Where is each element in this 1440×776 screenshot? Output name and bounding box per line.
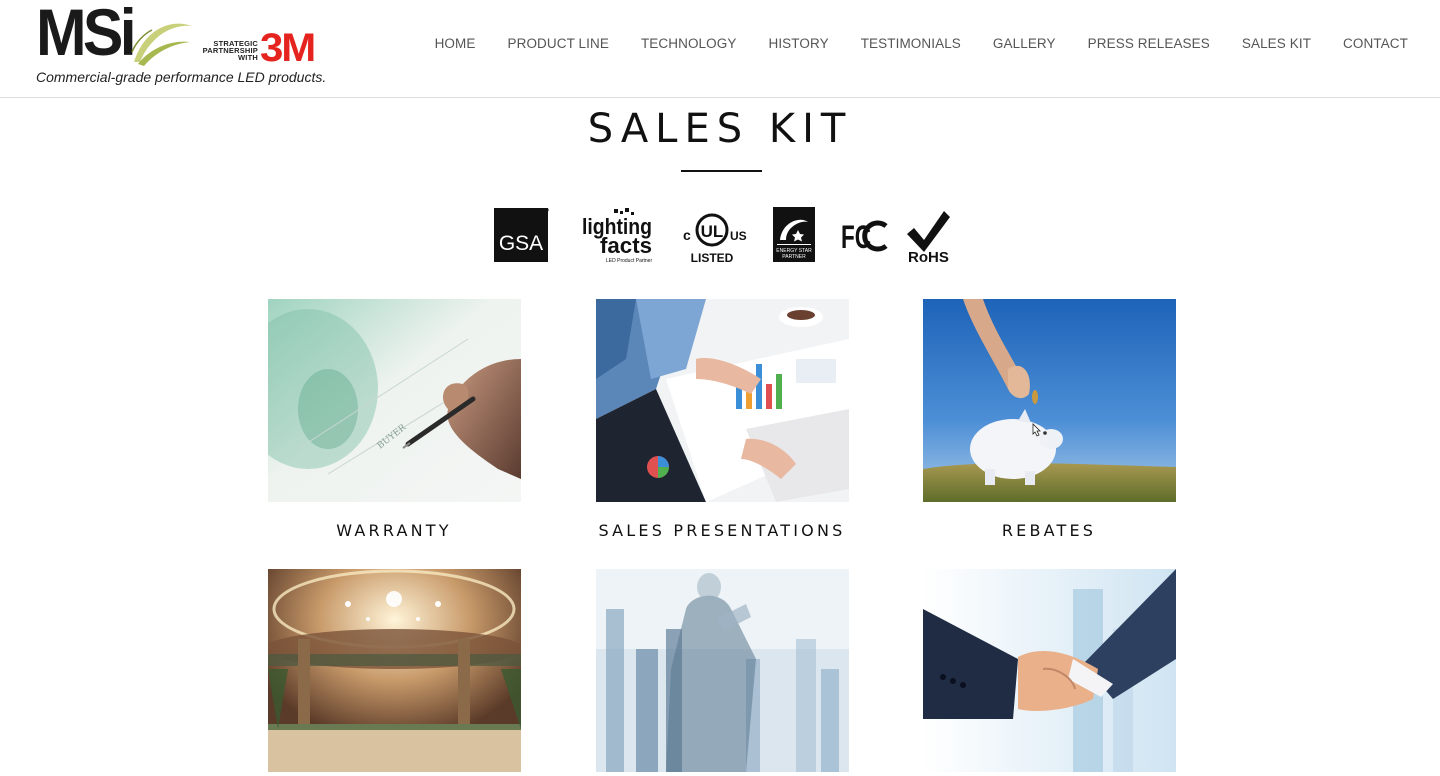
logo-partner-text: STRATEGIC PARTNERSHIP WITH <box>202 39 258 62</box>
warranty-tile[interactable]: BUYER <box>268 299 521 502</box>
nav-sales-kit[interactable]: SALES KIT <box>1226 36 1327 51</box>
nav-product-line[interactable]: PRODUCT LINE <box>491 36 624 51</box>
hotel-lobby-image <box>268 569 521 772</box>
title-divider <box>681 170 762 172</box>
nav-testimonials[interactable]: TESTIMONIALS <box>845 36 977 51</box>
piggy-bank-image <box>923 299 1176 502</box>
nav-gallery[interactable]: GALLERY <box>977 36 1072 51</box>
svg-text:facts: facts <box>600 233 652 258</box>
sales-presentations-label[interactable]: SALES PRESENTATIONS <box>557 521 887 540</box>
energy-star-logo-icon: ENERGY STAR PARTNER <box>773 207 815 262</box>
svg-text:PARTNER: PARTNER <box>782 254 806 260</box>
gsa-logo-icon: GSA <box>494 208 549 262</box>
logo-3m: 3M <box>260 26 316 70</box>
pen-signing-image: BUYER <box>268 299 521 502</box>
business-charts-image <box>596 299 849 502</box>
logo-swoosh-icon <box>131 23 192 66</box>
svg-text:US: US <box>730 229 747 243</box>
businessman-city-tile[interactable] <box>596 569 849 772</box>
svg-text:UL: UL <box>701 222 724 241</box>
fcc-logo-icon: FC <box>841 219 888 254</box>
lighting-facts-logo-icon: lighting facts LED Product Partner <box>582 208 652 264</box>
certification-logos: GSA lighting facts LED Product Partner U… <box>0 204 1440 266</box>
svg-text:LED Product Partner: LED Product Partner <box>606 258 652 264</box>
nav-history[interactable]: HISTORY <box>752 36 844 51</box>
svg-text:c: c <box>683 227 691 243</box>
rohs-logo-icon: RoHS <box>907 211 950 264</box>
svg-text:GSA: GSA <box>499 232 543 255</box>
main-nav: HOME PRODUCT LINE TECHNOLOGY HISTORY TES… <box>419 36 1408 51</box>
logo-tagline: Commercial-grade performance LED product… <box>36 69 327 85</box>
rebates-label[interactable]: REBATES <box>884 521 1214 540</box>
nav-contact[interactable]: CONTACT <box>1327 36 1408 51</box>
nav-home[interactable]: HOME <box>419 36 492 51</box>
sales-presentations-tile[interactable] <box>596 299 849 502</box>
page-title: SALES KIT <box>587 106 853 152</box>
msi-3m-logo[interactable]: MSi STRATEGIC PARTNERSHIP WITH 3M Commer… <box>34 0 334 96</box>
handshake-image <box>923 569 1176 772</box>
ul-listed-logo-icon: UL c US LISTED <box>683 213 747 264</box>
site-header: MSi STRATEGIC PARTNERSHIP WITH 3M Commer… <box>0 0 1440 98</box>
hotel-lobby-tile[interactable] <box>268 569 521 772</box>
warranty-label[interactable]: WARRANTY <box>229 521 559 540</box>
nav-technology[interactable]: TECHNOLOGY <box>625 36 753 51</box>
businessman-city-image <box>596 569 849 772</box>
logo-brand: MSi <box>36 0 137 69</box>
svg-text:LISTED: LISTED <box>691 251 734 264</box>
handshake-tile[interactable] <box>923 569 1176 772</box>
svg-text:RoHS: RoHS <box>908 249 949 264</box>
rebates-tile[interactable] <box>923 299 1176 502</box>
nav-press-releases[interactable]: PRESS RELEASES <box>1072 36 1226 51</box>
